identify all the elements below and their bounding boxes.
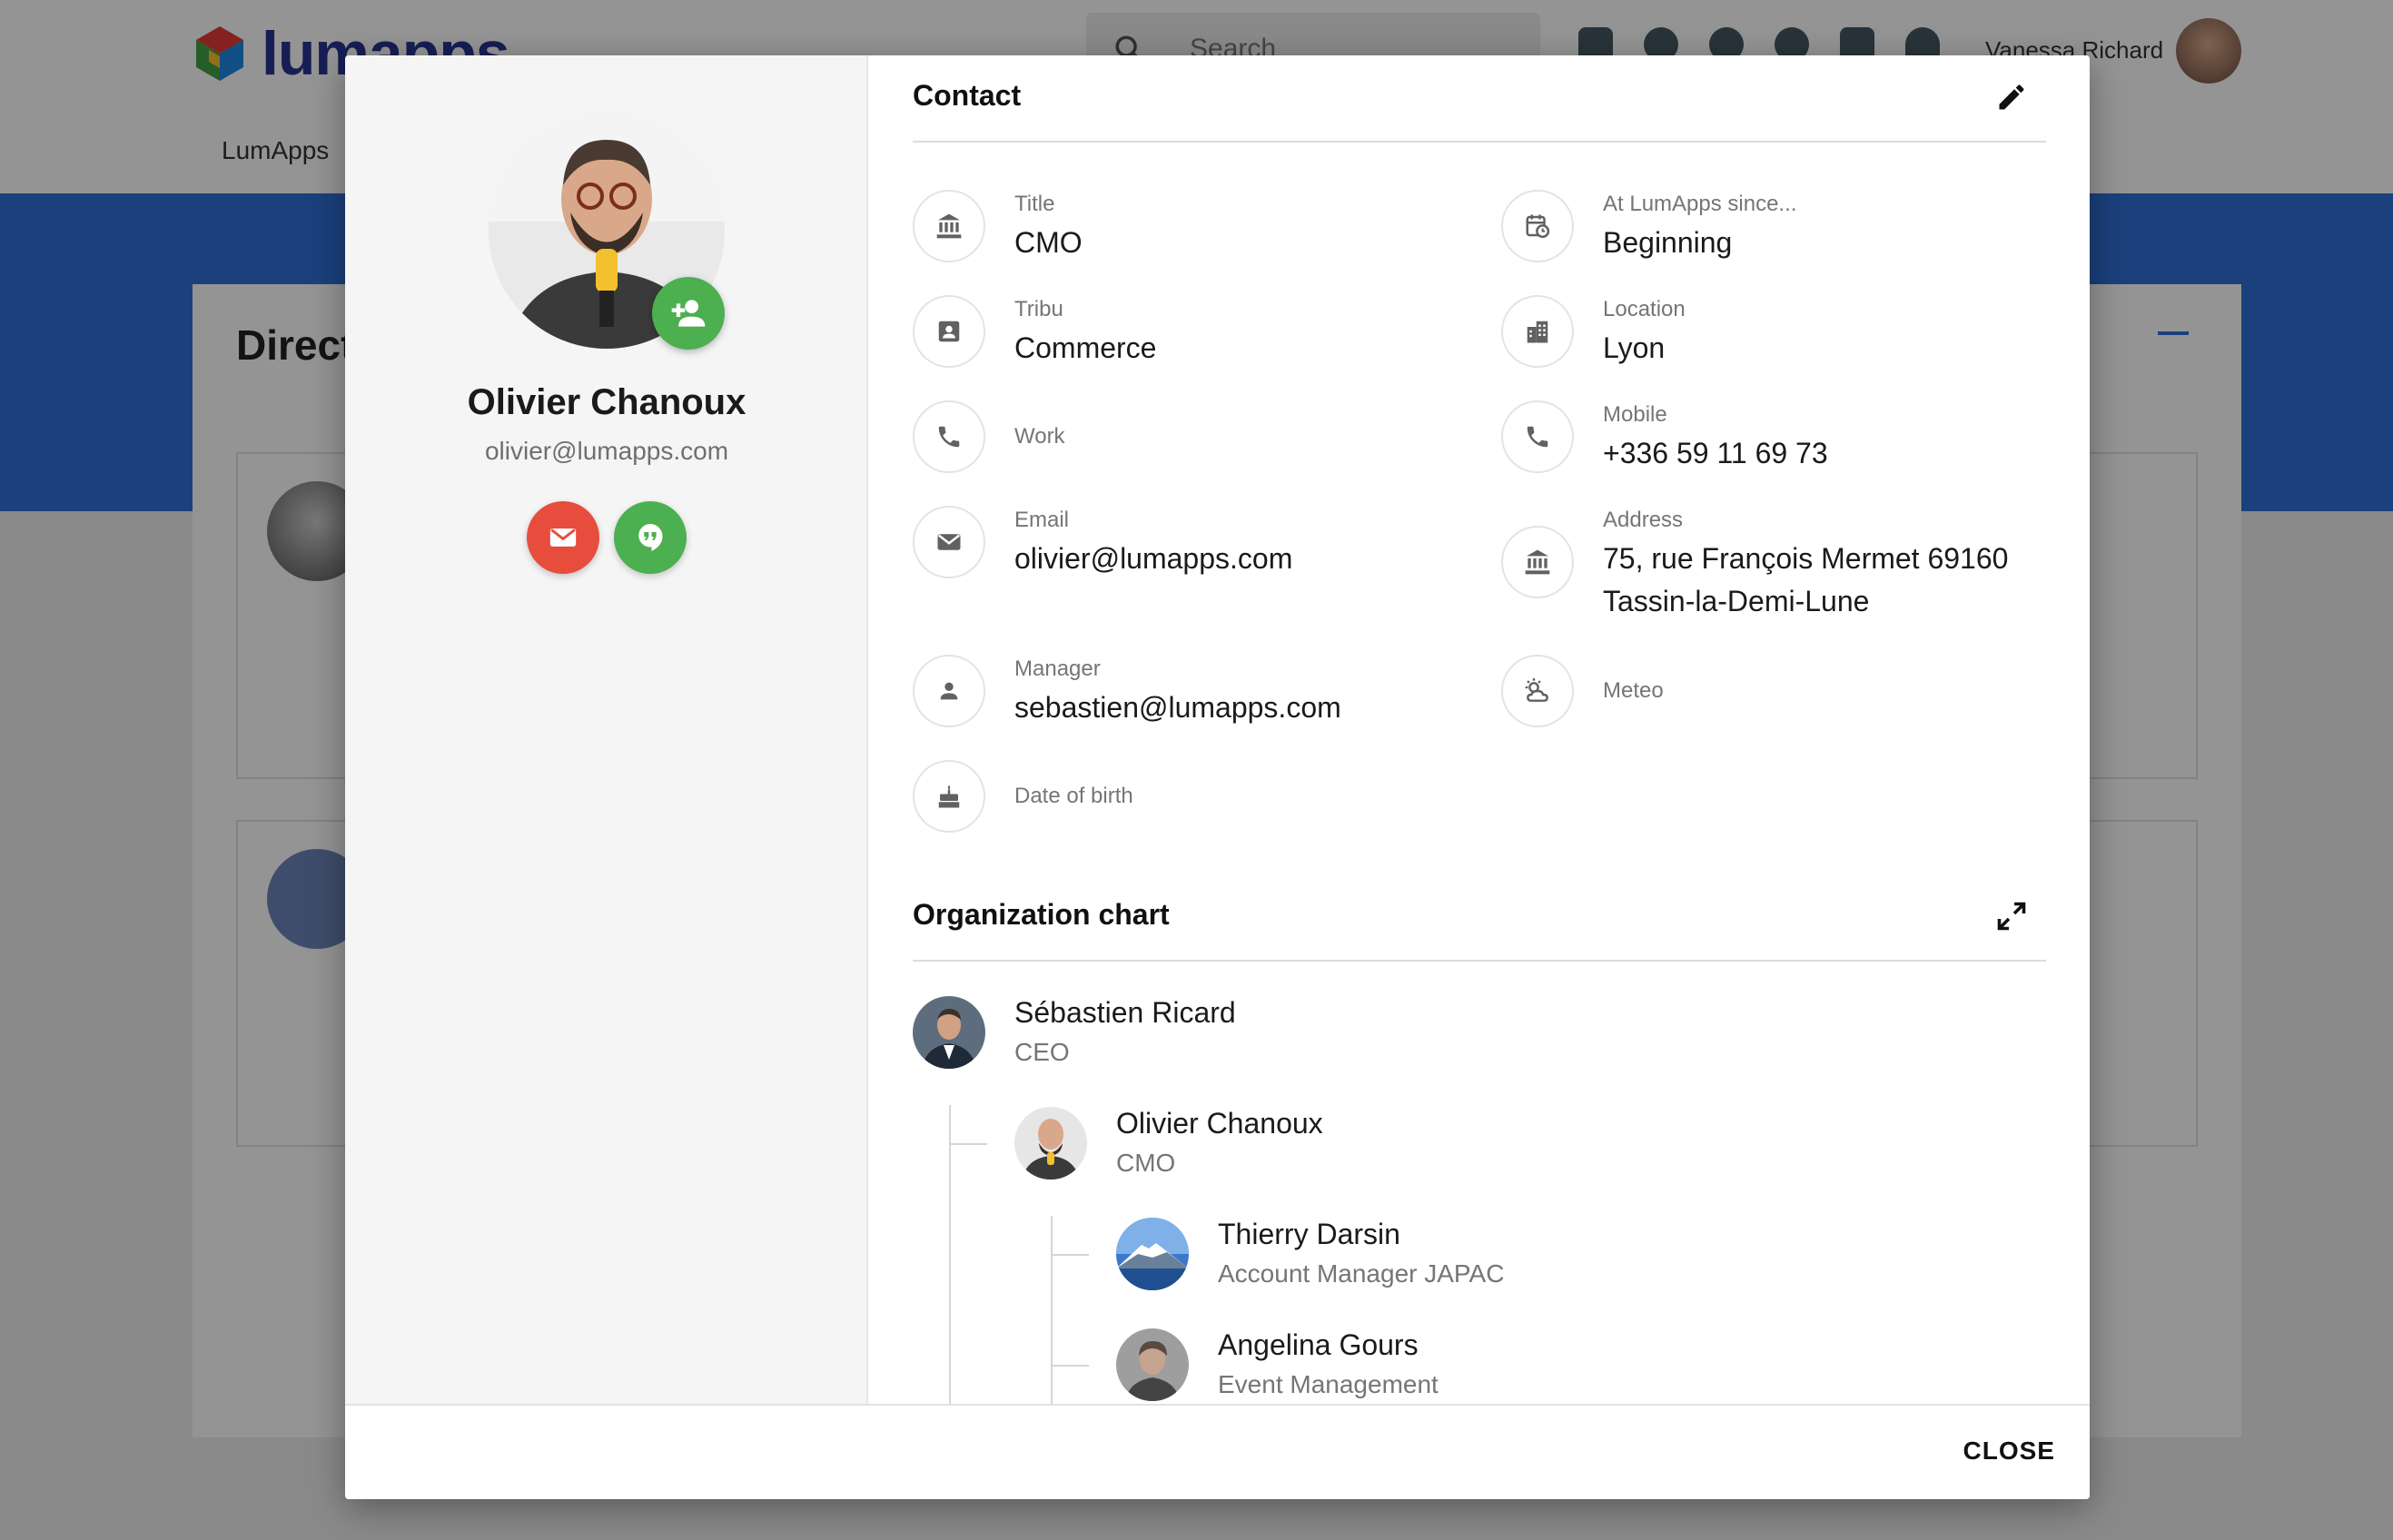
org-node-role: CMO — [1116, 1149, 1176, 1177]
start-chat-button[interactable] — [614, 501, 687, 574]
field-location: Location Lyon — [1501, 295, 2046, 368]
avatar — [1116, 1328, 1189, 1401]
profile-email: olivier@lumapps.com — [484, 437, 729, 465]
calendar-clock-icon — [1501, 190, 1574, 262]
field-label: Title — [1014, 192, 1055, 216]
bank-icon — [913, 190, 985, 262]
email-link[interactable]: olivier@lumapps.com — [1014, 537, 1292, 580]
org-node-role: Account Manager JAPAC — [1218, 1259, 1505, 1288]
field-label: Address — [1603, 508, 1684, 532]
hangouts-icon — [638, 524, 663, 551]
manager-link[interactable]: sebastien@lumapps.com — [1014, 686, 1341, 729]
field-meteo: Meteo — [1501, 655, 2046, 727]
avatar — [1116, 1218, 1189, 1290]
contact-title: Contact — [913, 79, 1022, 112]
field-label: At LumApps since... — [1603, 192, 1797, 216]
field-label: Tribu — [1014, 297, 1063, 321]
field-label: Manager — [1014, 656, 1101, 681]
field-value: CMO — [1014, 226, 1083, 259]
phone-icon[interactable] — [913, 400, 985, 473]
send-email-button[interactable] — [527, 501, 599, 574]
weather-icon — [1501, 655, 1574, 727]
address-line-2: Tassin-la-Demi-Lune — [1603, 585, 1870, 617]
add-contact-button[interactable] — [652, 277, 725, 350]
org-tree-line — [949, 1143, 987, 1145]
field-address: Address 75, rue François Mermet 69160 Ta… — [1501, 506, 2046, 651]
field-value: Lyon — [1603, 331, 1666, 364]
expand-icon — [1997, 902, 2026, 931]
pencil-icon — [1999, 84, 2024, 110]
profile-name: Olivier Chanoux — [467, 382, 747, 422]
cake-icon — [913, 760, 985, 833]
address-line-1: 75, rue François Mermet 69160 — [1603, 542, 2009, 575]
dialog-footer: CLOSE — [345, 1404, 2090, 1499]
close-button[interactable]: CLOSE — [1963, 1436, 2055, 1466]
field-value: Commerce — [1014, 331, 1157, 364]
field-value: Beginning — [1603, 226, 1733, 259]
field-email: Email olivier@lumapps.com — [913, 506, 1476, 578]
edit-button[interactable] — [1995, 81, 2028, 114]
profile-details: Contact Title CMO Tribu Commerce Work Em… — [913, 55, 2046, 1404]
mail-icon — [549, 528, 577, 547]
field-label: Email — [1014, 508, 1070, 532]
org-tree-line — [1051, 1365, 1089, 1367]
city-icon — [1501, 295, 1574, 368]
field-label: Mobile — [1603, 402, 1667, 427]
person-icon — [913, 655, 985, 727]
field-lumapps-since: At LumApps since... Beginning — [1501, 190, 2046, 262]
field-mobile: Mobile +336 59 11 69 73 — [1501, 400, 2046, 473]
contact-section-header: Contact — [913, 55, 2046, 143]
org-node-name: Angelina Gours — [1218, 1328, 1419, 1361]
field-label: Location — [1603, 297, 1686, 321]
avatar — [913, 996, 985, 1069]
org-node-name: Sébastien Ricard — [1014, 996, 1236, 1029]
badge-icon — [913, 295, 985, 368]
org-tree-line — [949, 1105, 951, 1404]
org-chart-section-header: Organization chart — [913, 874, 2046, 962]
mail-icon[interactable] — [913, 506, 985, 578]
field-tribu: Tribu Commerce — [913, 295, 1476, 368]
field-label: Meteo — [1603, 678, 1664, 703]
profile-panel: Olivier Chanoux olivier@lumapps.com — [345, 55, 868, 1404]
person-add-icon — [671, 300, 706, 327]
avatar — [1014, 1107, 1087, 1180]
org-node-role: CEO — [1014, 1038, 1070, 1066]
org-chart-title: Organization chart — [913, 898, 1170, 931]
field-title: Title CMO — [913, 190, 1476, 262]
org-node-role: Event Management — [1218, 1370, 1439, 1398]
field-date-of-birth: Date of birth — [913, 760, 1476, 833]
field-label: Work — [1014, 424, 1065, 449]
bank-icon — [1501, 526, 1574, 598]
profile-dialog: Olivier Chanoux olivier@lumapps.com Cont… — [345, 55, 2090, 1499]
expand-button[interactable] — [1995, 900, 2028, 933]
org-node-name: Thierry Darsin — [1218, 1218, 1400, 1250]
mobile-link[interactable]: +336 59 11 69 73 — [1603, 431, 1828, 475]
org-tree-line — [1051, 1216, 1053, 1404]
field-work-phone: Work — [913, 400, 1476, 473]
field-manager: Manager sebastien@lumapps.com — [913, 655, 1476, 727]
org-tree-line — [1051, 1254, 1089, 1256]
phone-icon[interactable] — [1501, 400, 1574, 473]
field-label: Date of birth — [1014, 784, 1133, 808]
org-node-name: Olivier Chanoux — [1116, 1107, 1323, 1140]
